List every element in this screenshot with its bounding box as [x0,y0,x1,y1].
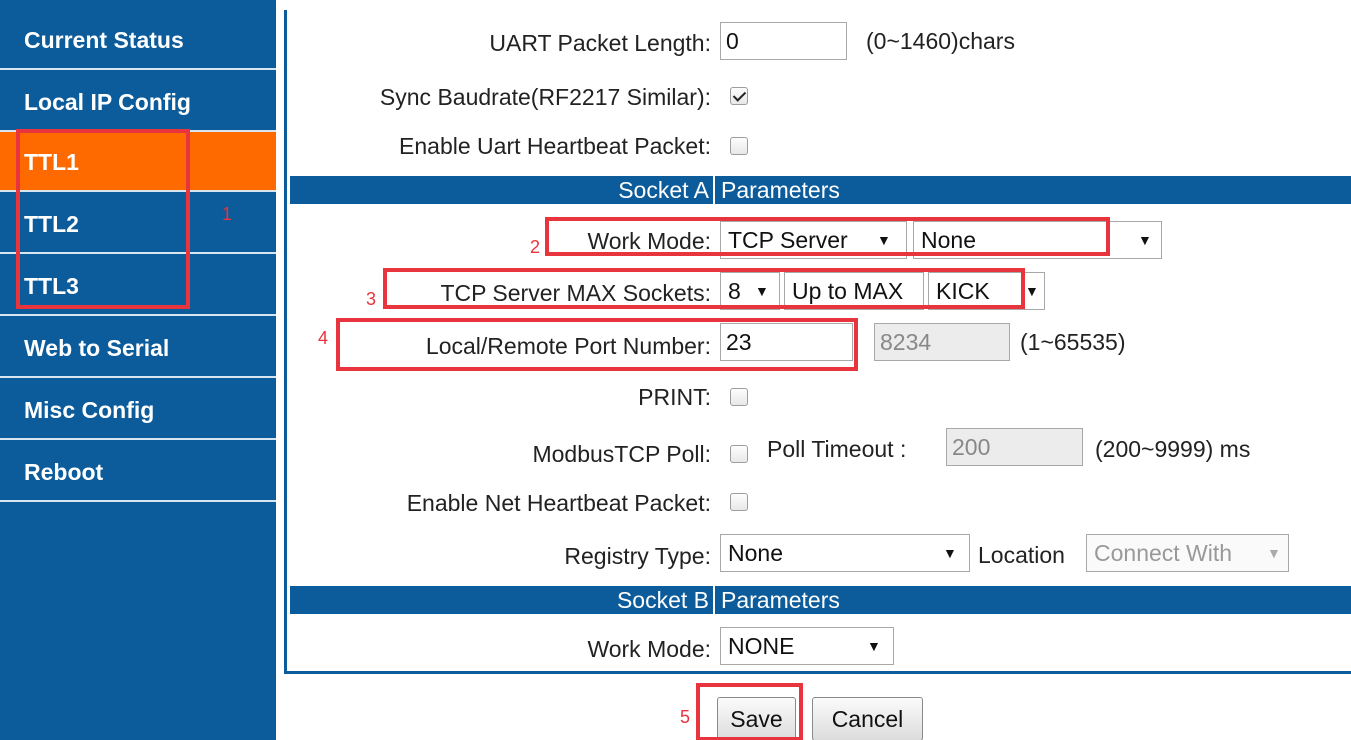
sync-baudrate-checkbox[interactable] [730,87,748,105]
socket-b-header-subtitle: Parameters [721,587,840,613]
uart-packet-length-input[interactable]: 0 [720,22,847,60]
sidebar-item-reboot[interactable]: Reboot [0,442,276,502]
modbus-poll-label: ModbusTCP Poll: [532,441,711,467]
uart-packet-length-label: UART Packet Length: [489,30,711,56]
poll-timeout-input[interactable]: 200 [946,428,1083,466]
annotation-number-3: 3 [366,289,377,309]
modbus-poll-checkbox[interactable] [730,445,748,463]
socket-b-work-mode-value: NONE [728,633,795,659]
dropdown-arrow-icon: ▼ [1267,545,1281,561]
dropdown-arrow-icon: ▼ [1138,232,1152,248]
annotation-box-3 [383,268,1025,309]
print-label: PRINT: [638,384,711,410]
socket-a-header-title: Socket A [618,177,709,203]
dropdown-arrow-icon: ▼ [1025,283,1039,299]
annotation-box-1 [16,129,190,309]
registry-type-select[interactable]: None ▼ [720,534,970,572]
location-select[interactable]: Connect With ▼ [1086,534,1289,572]
print-checkbox[interactable] [730,388,748,406]
annotation-number-2: 2 [530,237,541,257]
poll-timeout-hint: (200~9999) ms [1095,436,1251,462]
location-label: Location [978,542,1065,568]
socket-b-work-mode-label: Work Mode: [587,636,711,662]
net-heartbeat-label: Enable Net Heartbeat Packet: [406,490,711,516]
socket-a-header-subtitle: Parameters [721,177,840,203]
port-hint: (1~65535) [1020,329,1126,355]
sidebar-item-current-status[interactable]: Current Status [0,10,276,70]
poll-timeout-label: Poll Timeout : [767,436,907,462]
dropdown-arrow-icon: ▼ [867,638,881,654]
sidebar-nav: Current Status Local IP Config TTL1 TTL2… [0,0,276,740]
cancel-button[interactable]: Cancel [812,697,923,740]
socket-b-header-title: Socket B [616,587,709,613]
uart-packet-length-hint: (0~1460)chars [866,28,1015,54]
sidebar-item-local-ip-config[interactable]: Local IP Config [0,72,276,132]
section-divider [713,586,715,614]
sidebar-item-misc-config[interactable]: Misc Config [0,380,276,440]
section-divider [713,176,715,204]
main-panel-border [284,10,287,674]
sync-baudrate-label: Sync Baudrate(RF2217 Similar): [379,84,711,110]
sidebar-item-web-to-serial[interactable]: Web to Serial [0,318,276,378]
annotation-box-4 [336,318,858,371]
registry-type-label: Registry Type: [564,543,711,569]
socket-a-header: Socket A Parameters [290,176,1351,204]
socket-b-header: Socket B Parameters [290,586,1351,614]
net-heartbeat-checkbox[interactable] [730,493,748,511]
dropdown-arrow-icon: ▼ [943,545,957,561]
uart-heartbeat-label: Enable Uart Heartbeat Packet: [399,133,711,159]
uart-heartbeat-checkbox[interactable] [730,137,748,155]
annotation-number-4: 4 [318,328,329,348]
annotation-number-1: 1 [222,204,233,224]
registry-type-value: None [728,540,783,566]
annotation-number-5: 5 [680,707,691,727]
main-panel-border-bottom [284,671,1351,674]
remote-port-input[interactable]: 8234 [874,323,1010,361]
socket-b-work-mode-select[interactable]: NONE ▼ [720,627,894,665]
annotation-box-2 [545,217,1110,256]
annotation-box-5 [696,683,803,740]
location-value: Connect With [1094,540,1233,566]
